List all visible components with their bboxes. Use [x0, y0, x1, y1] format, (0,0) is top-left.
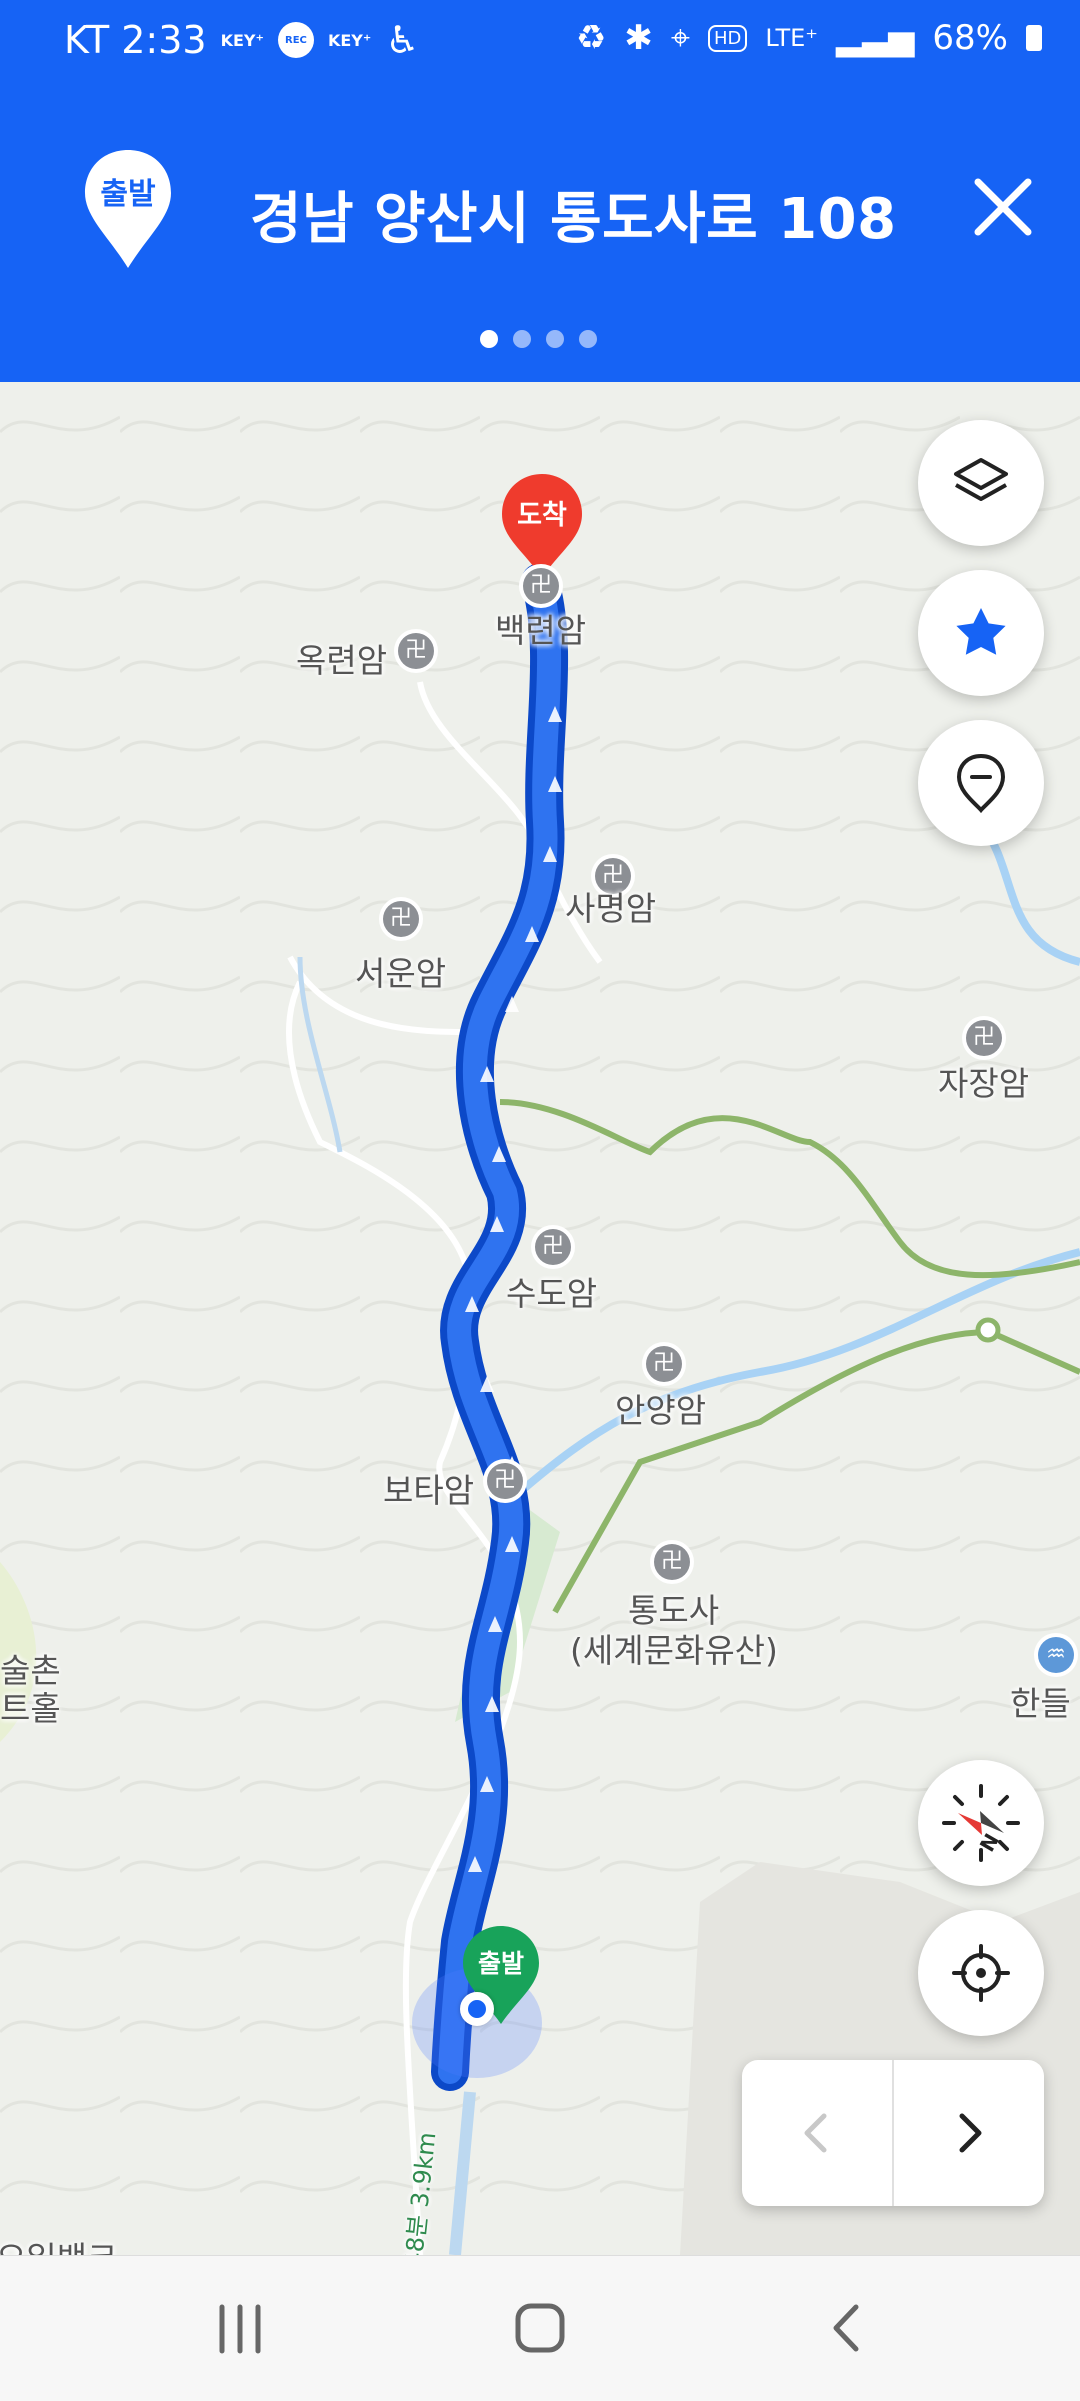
place-label: 오일뱅크 [0, 2232, 117, 2255]
system-navigation-bar [0, 2255, 1080, 2401]
bluetooth-icon: ✱ [624, 18, 653, 58]
svg-text:출발: 출발 [100, 177, 156, 212]
temple-icon: 卍 [535, 1229, 571, 1265]
key-indicator-2: KEY⁺ [327, 30, 372, 50]
temple-icon: 卍 [487, 1463, 523, 1499]
destination-pin-icon: 도착 [502, 474, 582, 578]
favorites-button[interactable] [918, 570, 1044, 696]
current-location-icon [952, 1944, 1010, 2002]
battery-icon [1026, 25, 1042, 51]
page-dot [513, 330, 531, 348]
svg-text:N: N [974, 1829, 1003, 1856]
page-title: 경남 양산시 통도사로 108 [250, 187, 897, 252]
temple-icon: 卍 [654, 1544, 690, 1580]
location-icon: ⌖ [670, 18, 690, 58]
temple-icon: 卍 [646, 1346, 682, 1382]
temple-icon: 卍 [523, 568, 559, 604]
hd-icon: HD [708, 24, 748, 52]
place-label: 보타암 [383, 1471, 475, 1510]
temple-icon: 卍 [398, 633, 434, 669]
layers-icon [954, 458, 1008, 501]
favorites-icon [956, 608, 1006, 655]
recent-apps-icon[interactable] [210, 2301, 270, 2357]
chevron-left-icon [804, 2113, 827, 2153]
chevron-right-icon [959, 2113, 982, 2153]
place-label: 안양암 [615, 1391, 707, 1430]
place-label: (세계문화유산) [570, 1631, 778, 1670]
status-bar: KT 2:33 KEY⁺ REC KEY⁺ ♿ ♻ ✱ ⌖ HD LTE⁺ ▂▃… [0, 0, 1080, 88]
current-location-dot [460, 1992, 494, 2026]
pin-filter-icon [956, 753, 1006, 814]
key-indicator: KEY⁺ [220, 30, 264, 50]
status-left: KT 2:33 KEY⁺ REC KEY⁺ ♿ [64, 18, 419, 62]
temple-icon: 卍 [966, 1020, 1002, 1056]
page-indicator [480, 330, 597, 348]
place-label: 백련암 [495, 611, 587, 650]
recycle-icon: ♻ [575, 18, 607, 58]
page-dot [579, 330, 597, 348]
current-location-button[interactable] [918, 1910, 1044, 2036]
start-pin-icon: 출발 [85, 150, 171, 268]
svg-text:도착: 도착 [517, 500, 567, 531]
carrier-time: KT 2:33 [64, 18, 207, 62]
place-label: 한들 [1010, 1684, 1071, 1723]
battery-percent: 68% [932, 18, 1008, 58]
network-type: LTE⁺ [765, 24, 818, 52]
layers-button[interactable] [918, 420, 1044, 546]
compass-icon: N [942, 1784, 1020, 1862]
water-facility-icon: ♒ [1038, 1637, 1074, 1673]
signal-icon: ▂▃▅ [835, 18, 915, 58]
accessibility-icon: ♿ [385, 18, 420, 62]
previous-step-button[interactable] [742, 2060, 894, 2206]
status-right: ♻ ✱ ⌖ HD LTE⁺ ▂▃▅ 68% [576, 18, 1042, 58]
place-label: 트홀 [0, 1689, 61, 1728]
route-header: 출발 경남 양산시 통도사로 108 [0, 88, 1080, 382]
step-navigation [742, 2060, 1044, 2206]
place-label: 수도암 [506, 1274, 598, 1313]
svg-text:출발: 출발 [478, 1949, 524, 1978]
pin-filter-button[interactable] [918, 720, 1044, 846]
rec-icon: REC [277, 22, 314, 58]
back-icon[interactable] [820, 2299, 878, 2357]
place-label: 사명암 [565, 889, 657, 928]
temple-icon: 卍 [383, 901, 419, 937]
place-label: 서운암 [355, 954, 447, 993]
place-label: 자장암 [938, 1064, 1030, 1103]
home-icon[interactable] [512, 2300, 568, 2356]
close-icon[interactable] [962, 166, 1044, 248]
next-step-button[interactable] [894, 2060, 1044, 2206]
page-dot [546, 330, 564, 348]
map-view[interactable]: 도착 출발 48분 3.9km 卍 백련암 옥련암 卍 卍 사명암 卍 서운암 … [0, 382, 1080, 2255]
place-label: 옥련암 [296, 641, 388, 680]
compass-button[interactable]: N [918, 1760, 1044, 1886]
page-dot-active [480, 330, 498, 348]
start-marker: 출발 [412, 1922, 542, 2078]
